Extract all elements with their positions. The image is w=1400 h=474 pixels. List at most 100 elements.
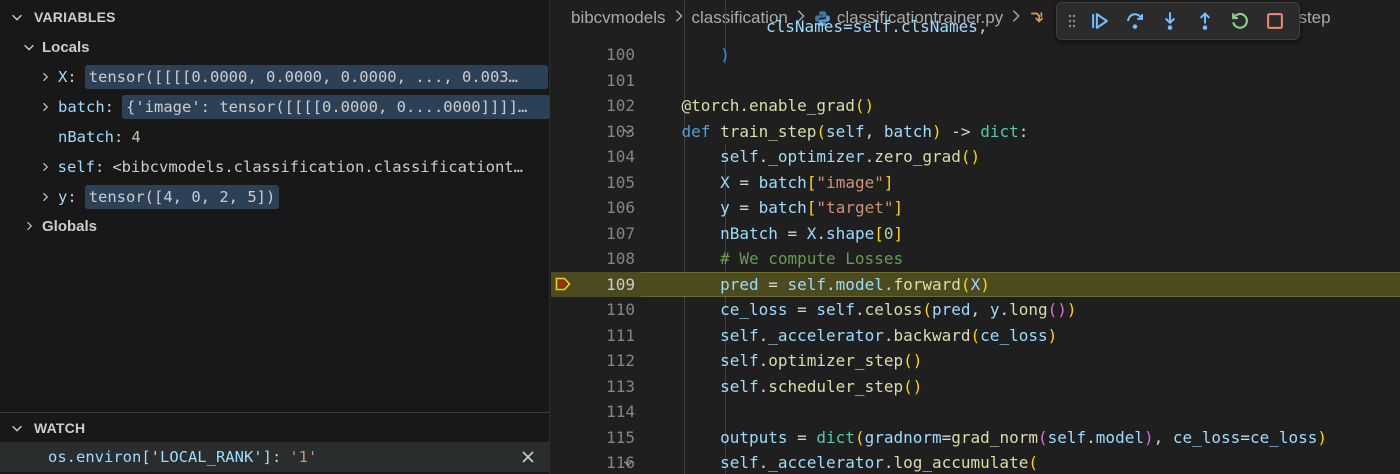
scope-locals[interactable]: Locals [0, 32, 550, 62]
line-number: 110 [606, 300, 635, 320]
variable-name: y [58, 188, 68, 206]
code-line-107[interactable]: 107 nBatch = X.shape[0] [551, 221, 1400, 247]
watch-title: WATCH [34, 419, 86, 436]
code-line-109-current[interactable]: 109 pred = self.model.forward(X) [551, 271, 1400, 297]
line-number: 108 [606, 249, 635, 269]
variable-colon: : [67, 188, 77, 206]
line-number: 107 [606, 223, 635, 243]
line-number: 104 [606, 147, 635, 167]
step-out-button[interactable] [1191, 7, 1219, 35]
variable-row-y[interactable]: y: tensor([4, 0, 2, 5]) [0, 182, 550, 212]
code-line-108[interactable]: 108 # We compute Losses [551, 246, 1400, 272]
chevron-down-icon [0, 421, 34, 435]
code-editor[interactable]: bibcvmodels classification classificatio… [551, 0, 1400, 474]
code-line-113[interactable]: 113 self.scheduler_step() [551, 374, 1400, 400]
restart-button[interactable] [1226, 7, 1254, 35]
code-line-112[interactable]: 112 self.optimizer_step() [551, 348, 1400, 374]
code-text: ) [643, 45, 730, 65]
code-line-102[interactable]: 102 @torch.enable_grad() [551, 93, 1400, 119]
variable-colon: : [95, 158, 105, 176]
code-text: nBatch = X.shape[0] [720, 223, 904, 243]
code-line-103[interactable]: 103 def train_step(self, batch) -> dict: [551, 119, 1400, 145]
code-line-110[interactable]: 110 ce_loss = self.celoss(pred, y.long()… [551, 297, 1400, 323]
chevron-right-icon [38, 100, 52, 114]
variables-title: VARIABLES [34, 9, 116, 25]
code-text: self._optimizer.zero_grad() [720, 147, 981, 167]
debug-toolbar [1056, 2, 1300, 40]
step-out-icon [1199, 12, 1211, 30]
line-number: 102 [606, 96, 635, 116]
chevron-right-icon [22, 219, 36, 233]
code-text: def train_step(self, batch) -> dict: [681, 121, 1029, 141]
variable-row-x[interactable]: X: tensor([[[[0.0000, 0.0000, 0.0000, ..… [0, 62, 550, 92]
variable-row-batch[interactable]: batch: {'image': tensor([[[[0.0000, 0...… [0, 92, 550, 122]
line-number: 109 [606, 274, 635, 294]
line-number: 113 [606, 376, 635, 396]
chevron-right-icon [38, 70, 52, 84]
code-text: outputs = dict(gradnorm=grad_norm(self.m… [720, 427, 1328, 447]
variable-colon: : [114, 128, 124, 146]
code-text: X = batch["image"] [720, 172, 894, 192]
debug-current-line-icon [554, 275, 572, 293]
code-text: # We compute Losses [720, 249, 904, 269]
code-text: self.optimizer_step() [720, 351, 923, 371]
step-into-icon [1164, 12, 1176, 30]
code-line-104[interactable]: 104 self._optimizer.zero_grad() [551, 144, 1400, 170]
step-over-icon [1127, 13, 1143, 29]
code-line-106[interactable]: 106 y = batch["target"] [551, 195, 1400, 221]
step-into-button[interactable] [1156, 7, 1184, 35]
scope-globals-label: Globals [42, 217, 98, 235]
watch-colon: : [271, 448, 282, 466]
code-text: self.scheduler_step() [720, 376, 923, 396]
continue-icon [1092, 13, 1108, 29]
line-number: 114 [606, 402, 635, 422]
code-line-114[interactable]: 114 [551, 399, 1400, 425]
code-text: @torch.enable_grad() [681, 96, 875, 116]
code-line-115[interactable]: 115 outputs = dict(gradnorm=grad_norm(se… [551, 425, 1400, 451]
line-number: 101 [606, 70, 635, 90]
chevron-down-icon [0, 10, 34, 24]
watch-section-header[interactable]: WATCH [0, 412, 550, 442]
chevron-down-icon[interactable] [621, 125, 635, 137]
restart-icon [1232, 12, 1248, 29]
chevron-right-icon [38, 190, 52, 204]
code-line-105[interactable]: 105 X = batch["image"] [551, 170, 1400, 196]
close-icon[interactable] [520, 449, 536, 470]
grip-icon[interactable] [1065, 7, 1079, 35]
line-number: 111 [606, 325, 635, 345]
line-number: 115 [606, 427, 635, 447]
code-line-111[interactable]: 111 self._accelerator.backward(ce_loss) [551, 323, 1400, 349]
variable-row-self[interactable]: self: <bibcvmodels.classification.classi… [0, 152, 550, 182]
variable-colon: : [67, 68, 77, 86]
variable-value: {'image': tensor([[[[0.0000, 0....0000]]… [122, 95, 550, 119]
variable-value: tensor([4, 0, 2, 5]) [84, 185, 280, 209]
chevron-down-icon [22, 40, 36, 54]
watch-expression-row[interactable]: os.environ['LOCAL_RANK']: '1' [0, 442, 550, 472]
stop-button[interactable] [1261, 7, 1289, 35]
watch-expression: os.environ['LOCAL_RANK'] [48, 448, 272, 466]
variable-value: <bibcvmodels.classification.classificati… [112, 158, 523, 176]
scope-globals[interactable]: Globals [0, 211, 550, 241]
code-line-101[interactable]: 101 [551, 68, 1400, 94]
code-line-100[interactable]: 100 ) [551, 42, 1400, 68]
code-text: self._accelerator.backward(ce_loss) [720, 325, 1058, 345]
variable-name: self [57, 158, 95, 176]
debug-sidebar: VARIABLES Locals X: tensor([[[[0.0000, 0… [0, 0, 550, 474]
chevron-right-icon [38, 160, 52, 174]
line-number: 112 [606, 351, 635, 371]
code-text: y = batch["target"] [720, 198, 904, 218]
code-line-116[interactable]: 116 self._accelerator.log_accumulate( [551, 450, 1400, 474]
chevron-down-icon[interactable] [621, 457, 635, 469]
stop-icon [1267, 13, 1283, 29]
code-text: self._accelerator.log_accumulate( [720, 453, 1038, 473]
line-number: 100 [606, 45, 635, 65]
line-number: 105 [606, 172, 635, 192]
variable-value: 4 [131, 128, 141, 146]
step-over-button[interactable] [1121, 7, 1149, 35]
variable-colon: : [104, 98, 115, 116]
variable-name: X [58, 68, 68, 86]
continue-button[interactable] [1086, 7, 1114, 35]
variables-section-header[interactable]: VARIABLES [0, 2, 550, 32]
variable-row-nbatch[interactable]: nBatch: 4 [0, 122, 550, 152]
line-number: 106 [606, 198, 635, 218]
